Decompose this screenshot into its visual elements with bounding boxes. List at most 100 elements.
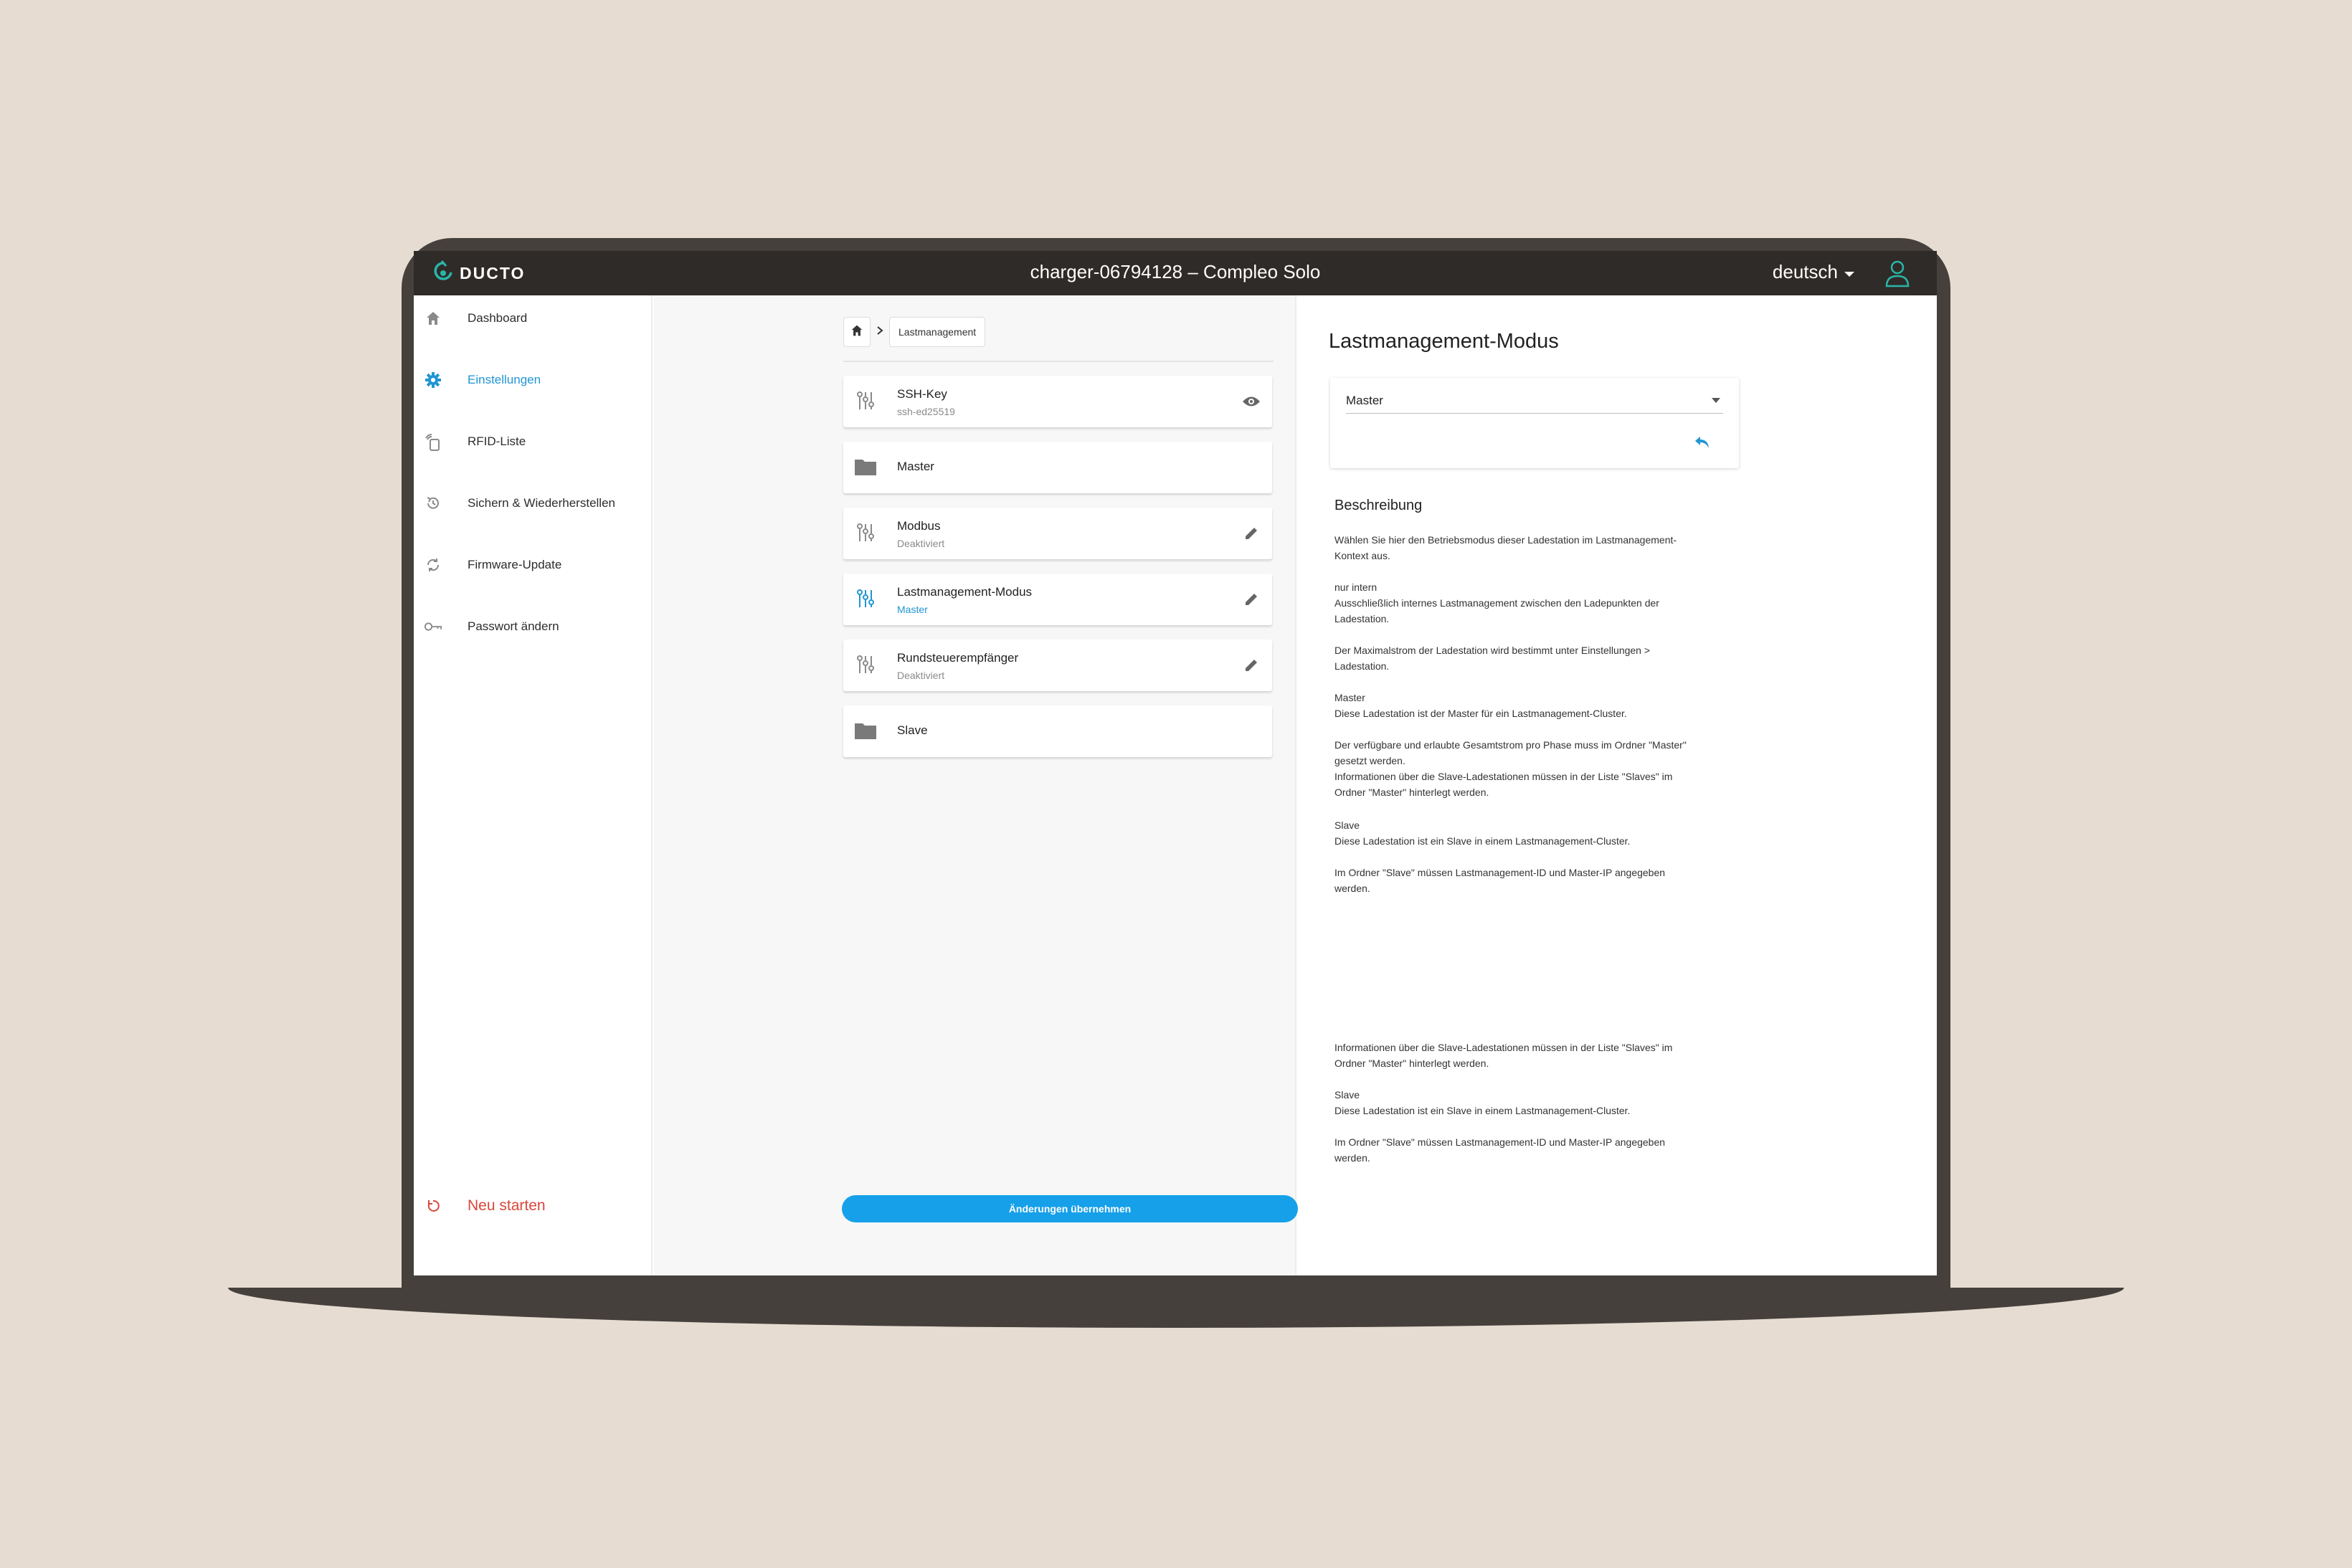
- description-paragraph: Slave Diese Ladestation ist ein Slave in…: [1334, 817, 1736, 849]
- mode-select-card: Master: [1330, 378, 1739, 468]
- tune-icon: [853, 521, 878, 545]
- description-line: Diese Ladestation ist ein Slave in einem…: [1334, 835, 1631, 847]
- mode-select[interactable]: Master: [1346, 389, 1723, 414]
- setting-title: Lastmanagement-Modus: [897, 585, 1033, 599]
- description-line: gesetzt werden.: [1334, 755, 1405, 766]
- detail-panel: Lastmanagement-Modus Master Beschreibung…: [1298, 295, 1937, 1275]
- setting-item-slave-folder[interactable]: Slave: [843, 705, 1272, 757]
- setting-subtitle: Master: [897, 604, 928, 615]
- rfid-card-icon: [424, 432, 442, 451]
- device-title: charger-06794128 – Compleo Solo: [1030, 261, 1321, 282]
- mode-select-value: Master: [1346, 394, 1383, 407]
- description-line: Diese Ladestation ist der Master für ein…: [1334, 708, 1627, 719]
- description-line: Ordner "Master" hinterlegt werden.: [1334, 787, 1489, 798]
- language-label: deutsch: [1772, 261, 1838, 282]
- edit-icon[interactable]: [1242, 656, 1261, 675]
- language-selector[interactable]: deutsch: [1773, 261, 1855, 283]
- caret-down-icon: [1712, 398, 1720, 403]
- breadcrumb: Lastmanagement: [843, 317, 986, 347]
- gear-icon: [424, 371, 442, 389]
- key-icon: [424, 617, 442, 636]
- description-line: Ordner "Master" hinterlegt werden.: [1334, 1058, 1489, 1069]
- setting-item-lastmanagement-modus[interactable]: Lastmanagement-Modus Master: [843, 574, 1272, 625]
- home-icon: [424, 309, 442, 328]
- setting-item-ssh-key[interactable]: SSH-Key ssh-ed25519: [843, 376, 1272, 427]
- setting-subtitle: ssh-ed25519: [897, 406, 955, 417]
- description-line: Der verfügbare und erlaubte Gesamtstrom …: [1334, 739, 1687, 751]
- description-paragraph: Im Ordner "Slave" müssen Lastmanagement-…: [1334, 865, 1736, 896]
- restart-label: Neu starten: [468, 1197, 546, 1214]
- sidebar-item-label: Sichern & Wiederherstellen: [468, 496, 615, 510]
- restart-icon: [424, 1197, 442, 1215]
- sidebar-item-passwort-aendern[interactable]: Passwort ändern: [414, 607, 653, 647]
- description-paragraph: Slave Diese Ladestation ist ein Slave in…: [1334, 1087, 1736, 1118]
- setting-title: Rundsteuerempfänger: [897, 651, 1019, 665]
- sidebar-item-label: RFID-Liste: [468, 434, 526, 448]
- setting-title: Slave: [897, 723, 928, 737]
- setting-item-master-folder[interactable]: Master: [843, 442, 1272, 493]
- undo-button[interactable]: [1692, 433, 1713, 455]
- description-line: Ladestation.: [1334, 613, 1390, 624]
- undo-icon: [1694, 435, 1711, 453]
- description-paragraph: Der verfügbare und erlaubte Gesamtstrom …: [1334, 737, 1736, 800]
- description-line: Slave: [1334, 1089, 1360, 1101]
- sidebar-item-rfid-liste[interactable]: RFID-Liste: [414, 422, 653, 462]
- detail-title: Lastmanagement-Modus: [1329, 330, 1559, 353]
- description-line: nur intern: [1334, 581, 1377, 593]
- description-line: Diese Ladestation ist ein Slave in einem…: [1334, 1105, 1631, 1116]
- restart-button[interactable]: Neu starten: [414, 1186, 653, 1226]
- description-line: Im Ordner "Slave" müssen Lastmanagement-…: [1334, 1136, 1666, 1148]
- sidebar-item-dashboard[interactable]: Dashboard: [414, 298, 653, 338]
- tune-icon: [853, 389, 878, 413]
- description-line: werden.: [1334, 883, 1370, 894]
- description-paragraph: nur intern Ausschließlich internes Lastm…: [1334, 579, 1736, 627]
- sidebar-item-label: Firmware-Update: [468, 558, 562, 571]
- laptop-base: [228, 1288, 2124, 1328]
- description-paragraph: Im Ordner "Slave" müssen Lastmanagement-…: [1334, 1134, 1736, 1166]
- sidebar-item-einstellungen[interactable]: Einstellungen: [414, 360, 653, 400]
- eye-icon[interactable]: [1242, 392, 1261, 411]
- description-line: Informationen über die Slave-Ladestation…: [1334, 771, 1673, 782]
- description-paragraph: Master Diese Ladestation ist der Master …: [1334, 690, 1736, 721]
- home-icon: [850, 324, 863, 341]
- description-line: Der Maximalstrom der Ladestation wird be…: [1334, 645, 1651, 656]
- history-icon: [424, 494, 442, 513]
- breadcrumb-current[interactable]: Lastmanagement: [889, 317, 986, 347]
- description-paragraph: Der Maximalstrom der Ladestation wird be…: [1334, 642, 1736, 674]
- description-line: Wählen Sie hier den Betriebsmodus dieser…: [1334, 534, 1677, 546]
- description-line: Im Ordner "Slave" müssen Lastmanagement-…: [1334, 867, 1666, 878]
- sidebar-item-label: Einstellungen: [468, 373, 541, 386]
- description-line: werden.: [1334, 1152, 1370, 1164]
- sidebar-item-sichern-wiederherstellen[interactable]: Sichern & Wiederherstellen: [414, 483, 653, 523]
- description-paragraph: Informationen über die Slave-Ladestation…: [1334, 1040, 1736, 1071]
- apply-changes-button[interactable]: Änderungen übernehmen: [842, 1195, 1298, 1222]
- folder-icon: [853, 455, 878, 479]
- description-heading: Beschreibung: [1334, 498, 1423, 513]
- description-line: Master: [1334, 692, 1365, 703]
- user-account-icon[interactable]: [1884, 259, 1911, 291]
- edit-icon[interactable]: [1242, 590, 1261, 609]
- divider: [843, 361, 1274, 362]
- app-screen: DUCTO charger-06794128 – Compleo Solo de…: [414, 251, 1937, 1275]
- description-paragraph: Wählen Sie hier den Betriebsmodus dieser…: [1334, 532, 1736, 564]
- setting-title: Modbus: [897, 519, 941, 533]
- folder-icon: [853, 718, 878, 743]
- sidebar-item-label: Dashboard: [468, 311, 528, 325]
- sidebar-item-firmware-update[interactable]: Firmware-Update: [414, 545, 653, 585]
- edit-icon[interactable]: [1242, 524, 1261, 543]
- setting-item-rundsteuerempfaenger[interactable]: Rundsteuerempfänger Deaktiviert: [843, 640, 1272, 691]
- setting-subtitle: Deaktiviert: [897, 670, 945, 681]
- chevron-right-icon: [876, 326, 883, 339]
- description-line: Slave: [1334, 819, 1360, 831]
- breadcrumb-home-button[interactable]: [843, 317, 871, 347]
- description-line: Kontext aus.: [1334, 550, 1390, 561]
- description-line: Ausschließlich internes Lastmanagement z…: [1334, 597, 1659, 609]
- settings-panel: Lastmanagement SSH-Key ssh-ed25519 Maste…: [654, 295, 1298, 1275]
- sync-icon: [424, 556, 442, 574]
- tune-icon: [853, 652, 878, 677]
- setting-title: Master: [897, 460, 934, 473]
- description-line: Ladestation.: [1334, 660, 1390, 672]
- setting-item-modbus[interactable]: Modbus Deaktiviert: [843, 508, 1272, 559]
- top-bar: DUCTO charger-06794128 – Compleo Solo de…: [414, 251, 1937, 295]
- setting-subtitle: Deaktiviert: [897, 538, 945, 549]
